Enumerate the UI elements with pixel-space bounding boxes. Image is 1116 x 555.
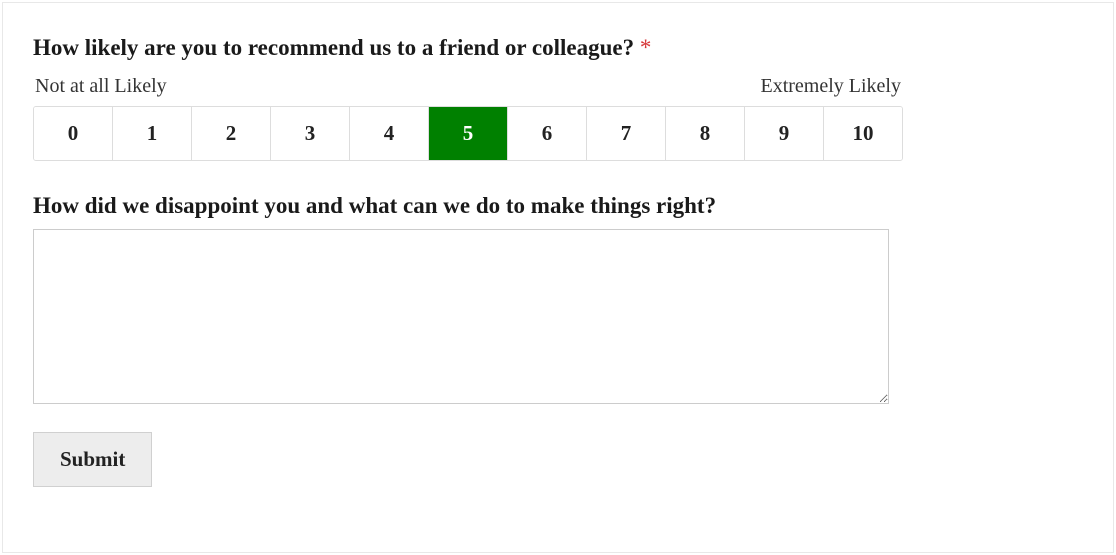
submit-button[interactable]: Submit xyxy=(33,432,152,487)
scale-option-5[interactable]: 5 xyxy=(429,107,508,160)
nps-question-text: How likely are you to recommend us to a … xyxy=(33,35,634,60)
scale-option-2[interactable]: 2 xyxy=(192,107,271,160)
scale-option-4[interactable]: 4 xyxy=(350,107,429,160)
required-indicator: * xyxy=(640,35,652,60)
scale-option-9[interactable]: 9 xyxy=(745,107,824,160)
feedback-input[interactable] xyxy=(33,229,889,404)
scale-option-0[interactable]: 0 xyxy=(34,107,113,160)
nps-scale: 0 1 2 3 4 5 6 7 8 9 10 xyxy=(33,106,903,161)
scale-low-label: Not at all Likely xyxy=(35,75,167,98)
scale-option-10[interactable]: 10 xyxy=(824,107,902,160)
scale-option-7[interactable]: 7 xyxy=(587,107,666,160)
scale-option-6[interactable]: 6 xyxy=(508,107,587,160)
scale-option-3[interactable]: 3 xyxy=(271,107,350,160)
survey-form: How likely are you to recommend us to a … xyxy=(2,2,1114,553)
nps-question-label: How likely are you to recommend us to a … xyxy=(33,35,1083,61)
followup-question-label: How did we disappoint you and what can w… xyxy=(33,193,1083,219)
scale-option-8[interactable]: 8 xyxy=(666,107,745,160)
scale-anchor-labels: Not at all Likely Extremely Likely xyxy=(33,75,903,98)
scale-option-1[interactable]: 1 xyxy=(113,107,192,160)
scale-high-label: Extremely Likely xyxy=(760,75,901,98)
